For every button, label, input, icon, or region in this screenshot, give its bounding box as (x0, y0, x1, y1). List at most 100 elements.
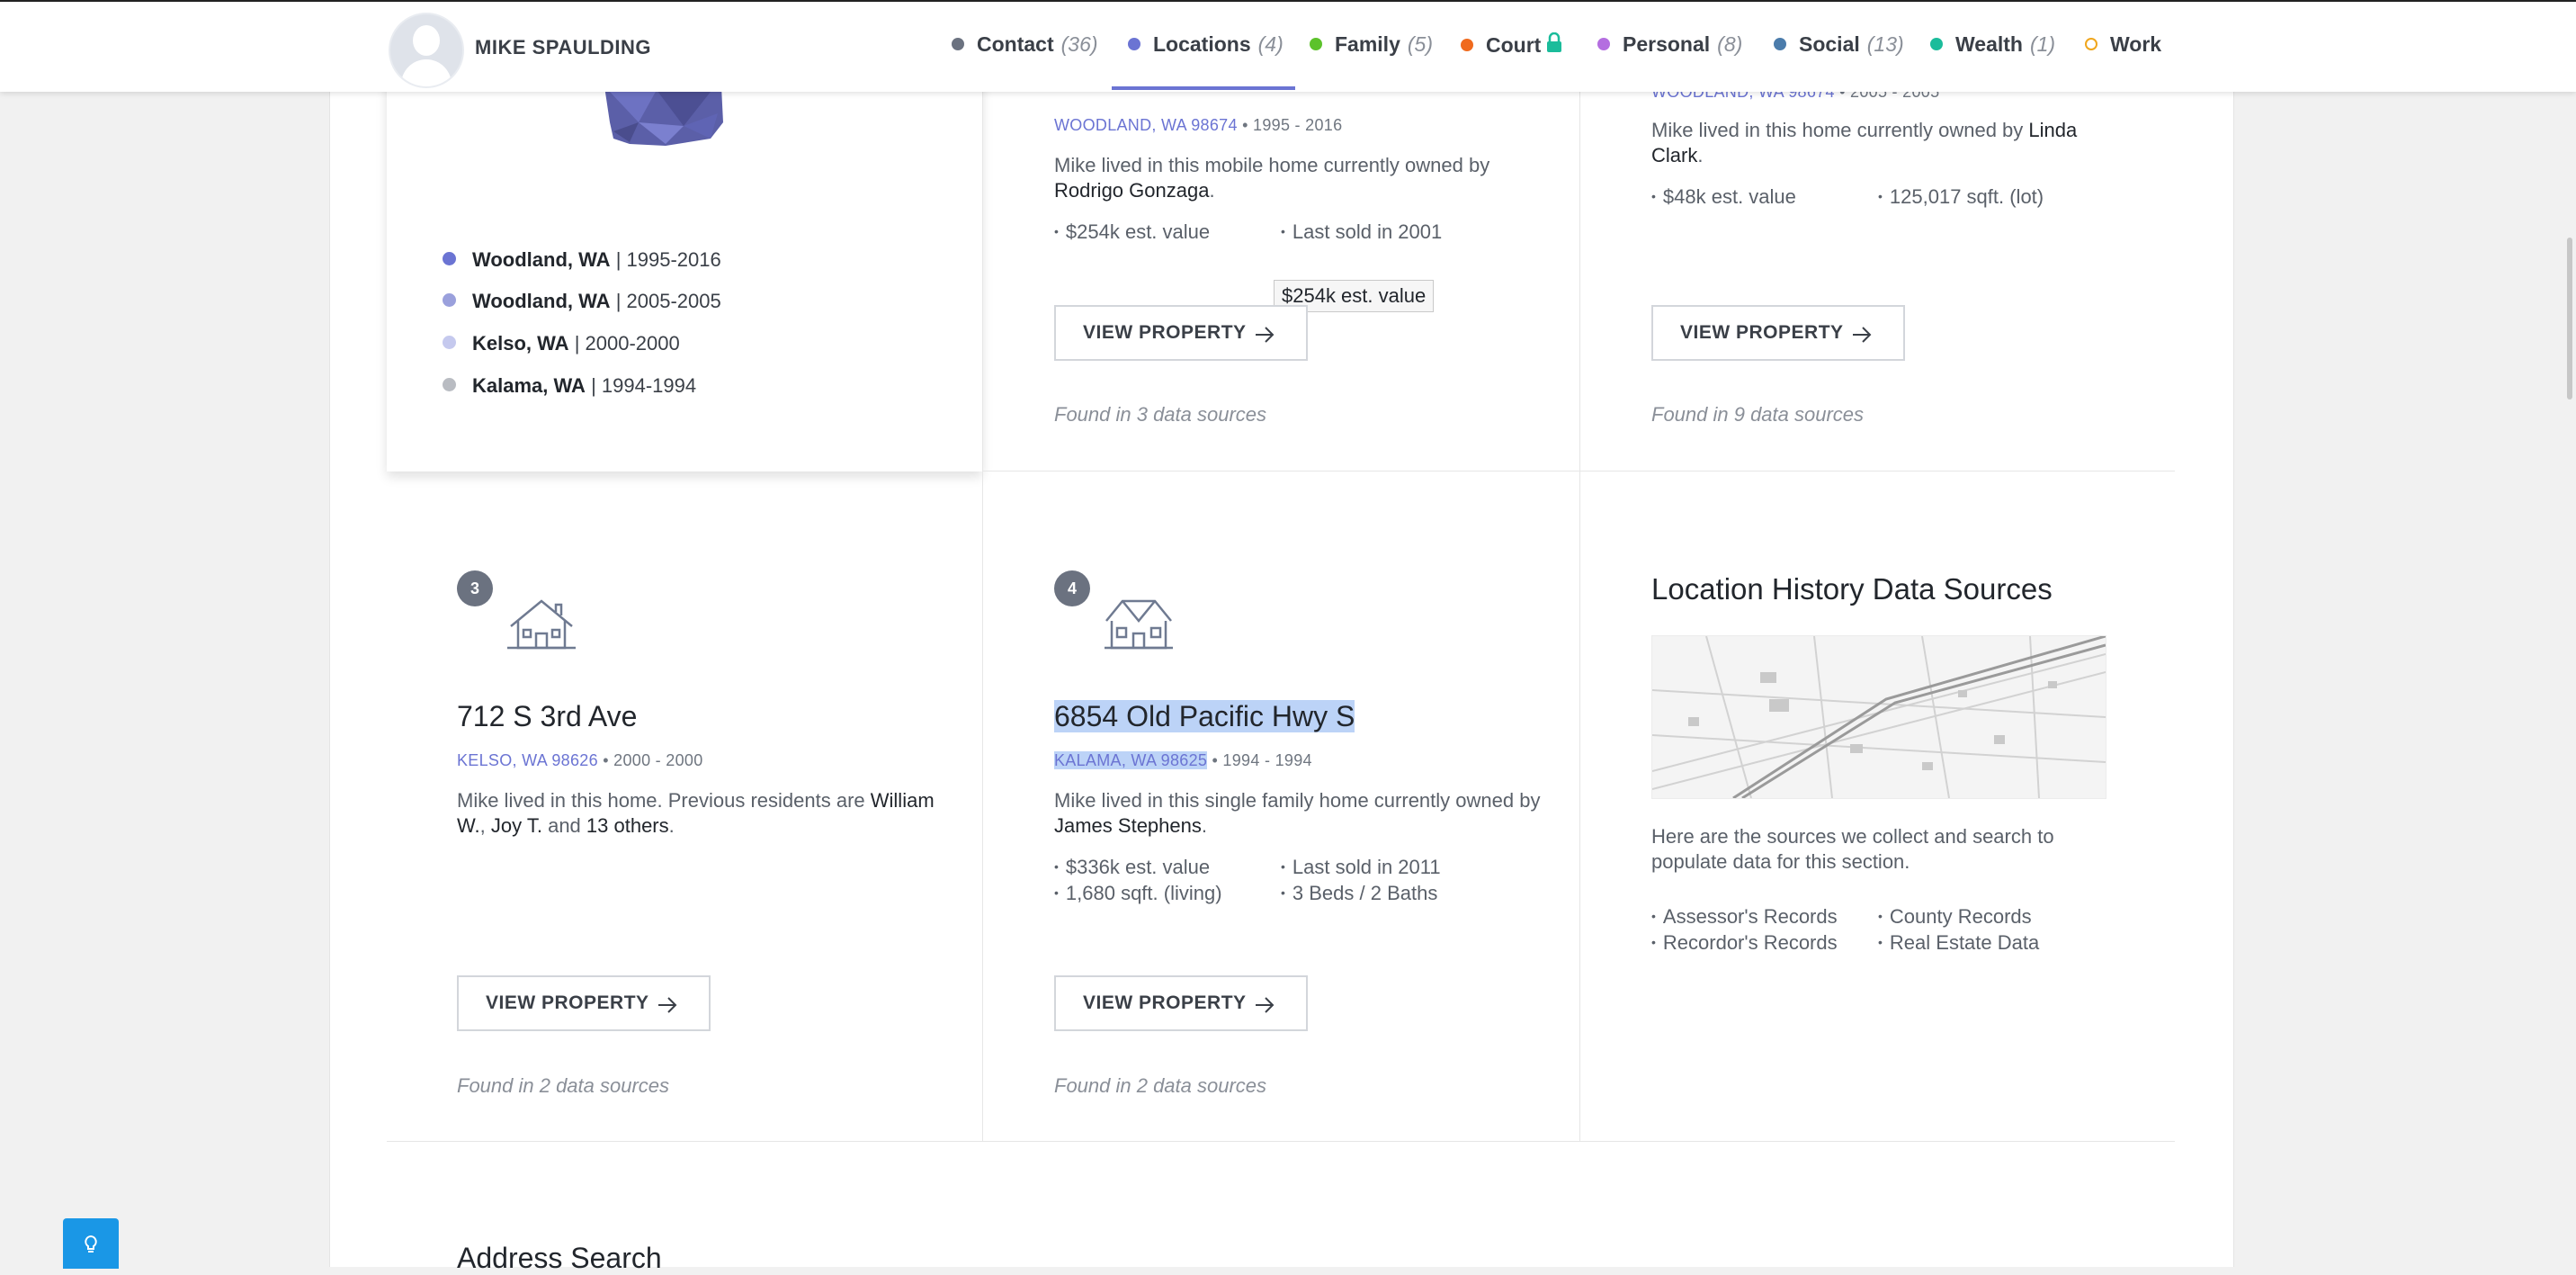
arrow-right-icon (1853, 327, 1872, 343)
property-address-text: 6854 Old Pacific Hwy S (1054, 700, 1355, 732)
description-text: Mike lived in this mobile home currently… (1054, 154, 1490, 176)
data-sources-count: Found in 2 data sources (457, 1074, 670, 1097)
resident-name: Joy T. (490, 814, 542, 837)
column-divider (982, 0, 983, 1141)
location-item[interactable]: Woodland, WA | 1995-2016 (443, 248, 721, 272)
scrollbar-thumb[interactable] (2567, 238, 2572, 400)
location-item[interactable]: Kelso, WA | 2000-2000 (443, 332, 680, 355)
view-property-button[interactable]: VIEW PROPERTY (1054, 305, 1308, 361)
view-property-label: VIEW PROPERTY (1083, 322, 1247, 343)
location-item[interactable]: Woodland, WA | 2005-2005 (443, 290, 721, 313)
location-city: Kelso, WA (472, 332, 569, 355)
location-city: Woodland, WA (472, 248, 611, 271)
house-icon (507, 599, 576, 650)
property-address: 712 S 3rd Ave (457, 700, 638, 732)
property-fact: 3 Beds / 2 Baths (1281, 882, 1437, 905)
property-number-badge: 4 (1054, 570, 1090, 606)
nav-tab-work[interactable]: Work (2085, 32, 2161, 57)
location-item[interactable]: Kalama, WA | 1994-1994 (443, 374, 696, 398)
location-city: Kalama, WA (472, 374, 586, 397)
location-dot (443, 252, 456, 265)
source-item: Recordor's Records (1651, 931, 1838, 955)
property-citystate[interactable]: WOODLAND, WA 98674 (1054, 116, 1238, 134)
house-icon (1105, 599, 1173, 650)
nav-tab-social[interactable]: Social (13) (1774, 32, 1904, 57)
location-years: | 1994-1994 (591, 374, 697, 397)
nav-tab-personal[interactable]: Personal (8) (1597, 32, 1742, 57)
arrow-right-icon (1256, 327, 1275, 343)
active-tab-indicator (1112, 86, 1295, 90)
avatar-head (413, 25, 440, 56)
tab-label: Court (1486, 33, 1542, 57)
property-description: Mike lived in this home. Previous reside… (457, 788, 961, 839)
property-location-link[interactable]: WOODLAND, WA 98674 • 1995 - 2016 (1054, 116, 1342, 135)
view-property-label: VIEW PROPERTY (486, 992, 649, 1013)
description-end: . (1697, 144, 1704, 166)
arrow-right-icon (658, 997, 677, 1013)
owner-name: James Stephens (1054, 814, 1202, 837)
property-fact: Last sold in 2011 (1281, 856, 1441, 879)
property-fact: Last sold in 2001 (1281, 220, 1442, 244)
help-button[interactable] (63, 1218, 119, 1269)
property-citystate[interactable]: KELSO, WA 98626 (457, 751, 598, 769)
nav-tab-family[interactable]: Family (5) (1310, 32, 1433, 57)
tab-dot (1310, 38, 1322, 50)
nav-tab-contact[interactable]: Contact (36) (952, 32, 1098, 57)
description-end: . (1201, 814, 1207, 837)
street-map-thumbnail (1651, 635, 2106, 799)
property-location-link[interactable]: KELSO, WA 98626 • 2000 - 2000 (457, 751, 703, 770)
person-name: MIKE SPAULDING (475, 36, 652, 58)
tab-dot (1128, 38, 1140, 50)
separator: , (479, 814, 491, 837)
column-divider (1579, 0, 1580, 1141)
location-dot (443, 293, 456, 307)
resident-count: 13 others (586, 814, 669, 837)
location-years: | 1995-2016 (615, 248, 721, 271)
tab-count: (36) (1060, 32, 1098, 56)
location-dot (443, 336, 456, 349)
lightbulb-icon (85, 1235, 97, 1253)
tab-count: (8) (1717, 32, 1743, 56)
tab-count: (5) (1407, 32, 1433, 56)
tab-dot (952, 38, 964, 50)
view-property-button[interactable]: VIEW PROPERTY (457, 975, 711, 1031)
source-item: County Records (1878, 905, 2032, 929)
view-property-button[interactable]: VIEW PROPERTY (1054, 975, 1308, 1031)
view-property-label: VIEW PROPERTY (1680, 322, 1844, 343)
data-sources-count: Found in 9 data sources (1651, 403, 1865, 426)
source-item: Real Estate Data (1878, 931, 2039, 955)
map-image (1652, 636, 2106, 798)
profile-header: MIKE SPAULDING Contact (36) Locations (4) … (0, 0, 2576, 92)
tab-label: Locations (1153, 32, 1251, 56)
row-divider (387, 1141, 2175, 1142)
property-location-link[interactable]: KALAMA, WA 98625 • 1994 - 1994 (1054, 751, 1312, 770)
property-years: • 2000 - 2000 (603, 751, 703, 769)
tab-dot (1774, 38, 1786, 50)
tab-dot (1461, 39, 1473, 51)
property-citystate[interactable]: KALAMA, WA 98625 (1054, 751, 1208, 769)
property-description: Mike lived in this mobile home currently… (1054, 153, 1558, 203)
tab-label: Social (1799, 32, 1860, 56)
tab-label: Wealth (1955, 32, 2023, 56)
arrow-right-icon (1256, 997, 1275, 1013)
owner-name: Rodrigo Gonzaga (1054, 179, 1210, 202)
avatar[interactable] (389, 13, 464, 88)
tab-dot (2085, 38, 2097, 50)
description-text: Mike lived in this home currently owned … (1651, 119, 2029, 141)
tab-dot (1930, 38, 1943, 50)
nav-tab-court[interactable]: Court (1461, 32, 1562, 58)
view-property-button[interactable]: VIEW PROPERTY (1651, 305, 1905, 361)
description-end: . (1209, 179, 1215, 202)
view-property-label: VIEW PROPERTY (1083, 992, 1247, 1013)
nav-tab-wealth[interactable]: Wealth (1) (1930, 32, 2055, 57)
property-fact: $336k est. value (1054, 856, 1210, 879)
property-fact: 125,017 sqft. (lot) (1878, 185, 2044, 209)
description-text: Mike lived in this home. Previous reside… (457, 789, 871, 812)
data-sources-count: Found in 3 data sources (1054, 403, 1267, 426)
nav-tab-locations[interactable]: Locations (4) (1128, 32, 1284, 57)
location-years: | 2000-2000 (574, 332, 680, 355)
tab-count: (4) (1257, 32, 1284, 56)
description-end: . (668, 814, 675, 837)
property-description: Mike lived in this home currently owned … (1651, 118, 2119, 168)
state-map-image (604, 86, 723, 146)
